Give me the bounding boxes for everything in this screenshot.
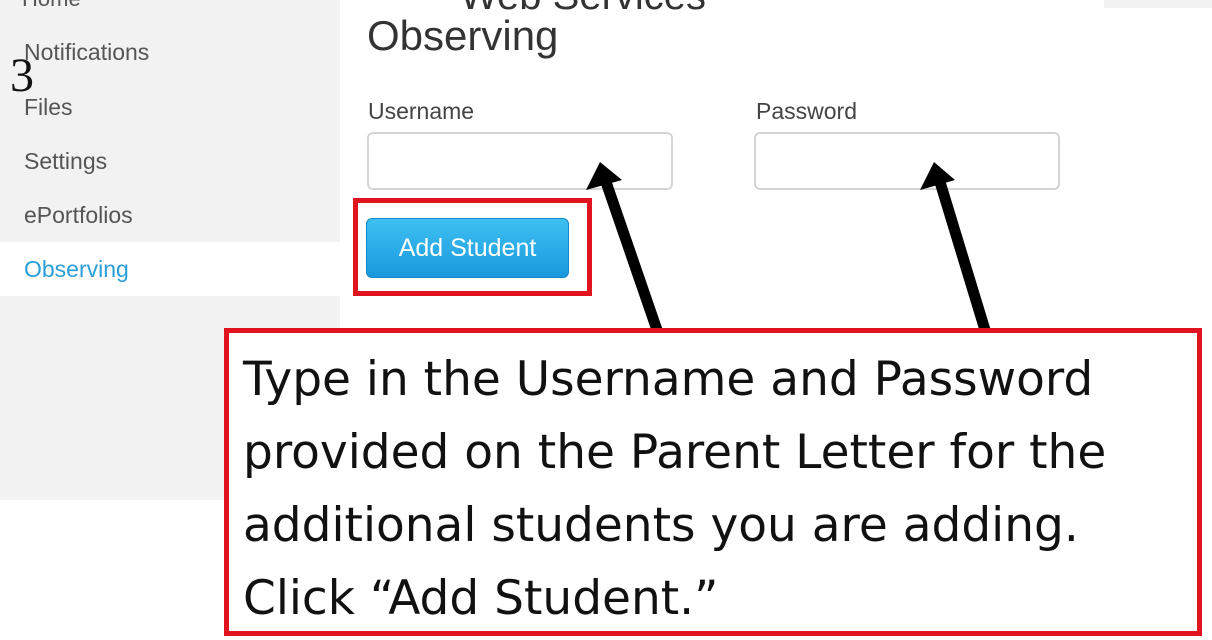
instruction-callout: Type in the Username and Password provid… xyxy=(224,328,1202,636)
username-input[interactable] xyxy=(367,132,673,190)
add-student-button[interactable]: Add Student xyxy=(366,218,569,278)
sidebar-item-notifications[interactable]: Notifications xyxy=(0,25,340,79)
password-input[interactable] xyxy=(754,132,1060,190)
sidebar-item-observing[interactable]: Observing xyxy=(0,242,340,296)
sidebar-item-eportfolios[interactable]: ePortfolios xyxy=(0,188,340,242)
step-number: 3 xyxy=(10,49,34,102)
sidebar-item-home[interactable]: Home xyxy=(22,0,81,12)
password-label: Password xyxy=(756,98,857,124)
instruction-text: Type in the Username and Password provid… xyxy=(243,352,1107,626)
right-strip xyxy=(1104,0,1212,8)
sidebar-item-files[interactable]: Files xyxy=(0,80,340,134)
username-label: Username xyxy=(368,98,475,124)
page-title: Observing xyxy=(367,12,559,59)
sidebar-item-settings[interactable]: Settings xyxy=(0,134,340,188)
